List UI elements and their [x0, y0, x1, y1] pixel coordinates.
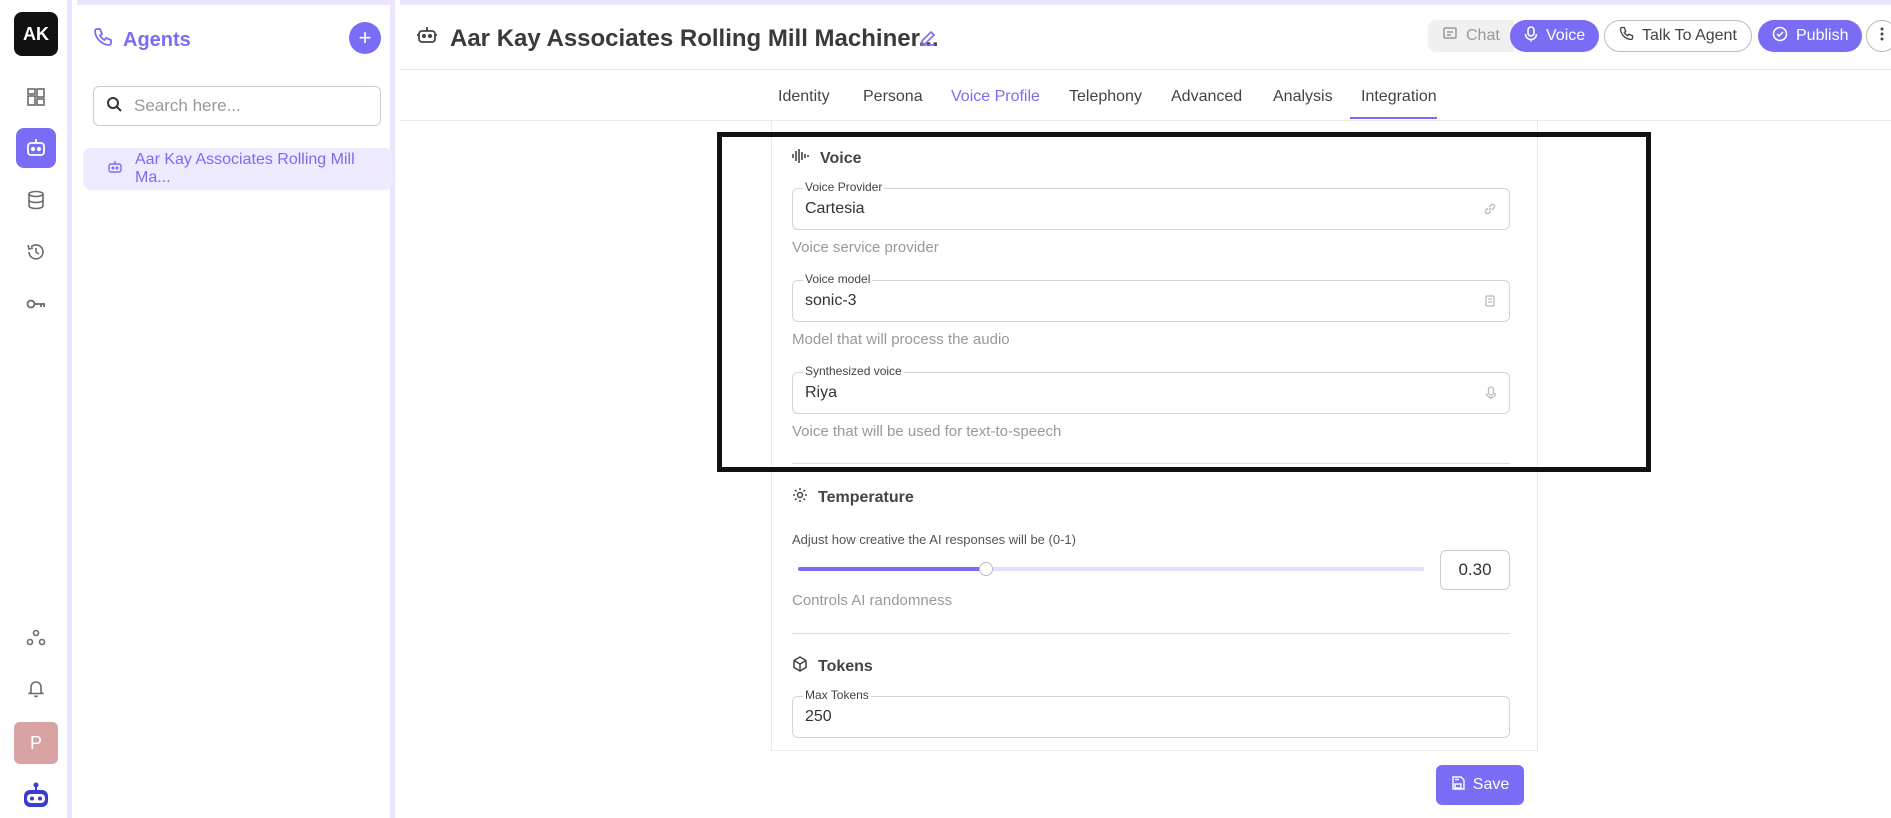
voice-model-value: sonic-3: [805, 292, 857, 309]
phone-icon: [1619, 26, 1634, 46]
tab-telephony[interactable]: Telephony: [1069, 88, 1142, 106]
agents-header: Agents: [93, 27, 191, 53]
bell-icon[interactable]: [16, 668, 56, 708]
tab-analysis[interactable]: Analysis: [1273, 88, 1333, 106]
database-icon[interactable]: [16, 180, 56, 220]
chat-button[interactable]: Chat: [1428, 20, 1514, 52]
temperature-section-label: Temperature: [818, 488, 914, 506]
search-input[interactable]: [132, 95, 362, 117]
add-agent-button[interactable]: +: [349, 22, 381, 54]
temperature-caption: Adjust how creative the AI responses wil…: [792, 532, 1076, 547]
agents-panel: Agents + Aar Kay Associates Rolling Mill…: [77, 0, 395, 818]
edit-title-icon[interactable]: [918, 27, 938, 52]
voice-model-label: Voice model: [803, 272, 873, 286]
voice-section-label: Voice: [820, 149, 862, 167]
voice-provider-help: Voice service provider: [792, 239, 939, 256]
page-title: Aar Kay Associates Rolling Mill Machiner…: [450, 24, 939, 52]
talk-to-agent-button[interactable]: Talk To Agent: [1604, 20, 1752, 52]
agent-list-item[interactable]: Aar Kay Associates Rolling Mill Ma...: [83, 148, 393, 190]
temperature-section-title: Temperature: [792, 487, 914, 508]
active-tab-indicator: [1350, 117, 1437, 119]
tokens-section-title: Tokens: [792, 656, 873, 677]
tab-advanced[interactable]: Advanced: [1171, 88, 1242, 106]
save-button[interactable]: Save: [1436, 765, 1524, 805]
section-divider: [792, 633, 1510, 634]
save-label: Save: [1472, 776, 1510, 793]
publish-label: Publish: [1796, 27, 1849, 44]
top-bar: Aar Kay Associates Rolling Mill Machiner…: [400, 0, 1891, 70]
synthesized-voice-help: Voice that will be used for text-to-spee…: [792, 423, 1062, 440]
dashboard-icon[interactable]: [16, 77, 56, 117]
microphone-icon: [1485, 386, 1497, 405]
chip-icon: [1483, 294, 1497, 313]
check-circle-icon: [1772, 26, 1788, 47]
link-icon: [1483, 202, 1497, 221]
temperature-value-input[interactable]: 0.30: [1440, 550, 1510, 590]
robot-icon: [107, 159, 123, 180]
tokens-section-label: Tokens: [818, 657, 873, 675]
synthesized-voice-field[interactable]: Synthesized voice Riya: [792, 364, 1510, 414]
voice-model-field[interactable]: Voice model sonic-3: [792, 272, 1510, 322]
page-title-wrap: Aar Kay Associates Rolling Mill Machiner…: [416, 24, 939, 53]
icon-rail: AK P: [0, 0, 72, 818]
voice-profile-card: Voice Voice Provider Cartesia Voice serv…: [771, 121, 1538, 751]
temperature-help: Controls AI randomness: [792, 592, 953, 609]
audio-wave-icon: [792, 148, 810, 169]
tab-identity[interactable]: Identity: [778, 88, 830, 106]
avatar[interactable]: P: [14, 722, 58, 764]
bot-mascot-icon[interactable]: [16, 776, 56, 816]
team-icon[interactable]: [16, 618, 56, 658]
max-tokens-label: Max Tokens: [803, 688, 871, 702]
gear-icon: [792, 487, 808, 508]
voice-provider-value: Cartesia: [805, 200, 865, 217]
robot-icon: [416, 24, 438, 53]
chat-label: Chat: [1466, 27, 1500, 44]
search-box[interactable]: [93, 86, 381, 126]
floppy-disk-icon: [1451, 775, 1465, 795]
voice-model-help: Model that will process the audio: [792, 331, 1010, 348]
temperature-slider-fill: [798, 567, 986, 571]
talk-label: Talk To Agent: [1642, 27, 1737, 44]
key-icon[interactable]: [16, 284, 56, 324]
kebab-menu-icon: [1880, 27, 1884, 46]
tab-bar: Identity Persona Voice Profile Telephony…: [400, 70, 1891, 121]
cube-icon: [792, 656, 808, 677]
tab-integration[interactable]: Integration: [1361, 88, 1437, 106]
phone-icon: [93, 27, 113, 53]
synthesized-voice-label: Synthesized voice: [803, 364, 904, 378]
synthesized-voice-value: Riya: [805, 384, 838, 401]
agents-icon[interactable]: [16, 128, 56, 168]
voice-section-title: Voice: [792, 148, 862, 169]
section-divider: [792, 463, 1510, 464]
more-options-button[interactable]: [1866, 20, 1891, 52]
voice-provider-label: Voice Provider: [803, 180, 885, 194]
search-icon: [106, 96, 122, 117]
temperature-slider-thumb[interactable]: [978, 562, 993, 576]
agent-list-item-label: Aar Kay Associates Rolling Mill Ma...: [135, 151, 355, 186]
workspace-logo[interactable]: AK: [14, 12, 58, 56]
tab-voice-profile[interactable]: Voice Profile: [951, 88, 1040, 106]
max-tokens-value: 250: [805, 708, 832, 725]
microphone-icon: [1524, 25, 1538, 47]
chat-icon: [1442, 26, 1458, 47]
agents-title: Agents: [123, 28, 191, 51]
history-icon[interactable]: [16, 232, 56, 272]
publish-button[interactable]: Publish: [1758, 20, 1863, 52]
max-tokens-field[interactable]: Max Tokens 250: [792, 688, 1510, 738]
voice-button[interactable]: Voice: [1510, 20, 1600, 52]
voice-label: Voice: [1546, 27, 1586, 44]
voice-provider-field[interactable]: Voice Provider Cartesia: [792, 180, 1510, 230]
tab-persona[interactable]: Persona: [863, 88, 923, 106]
